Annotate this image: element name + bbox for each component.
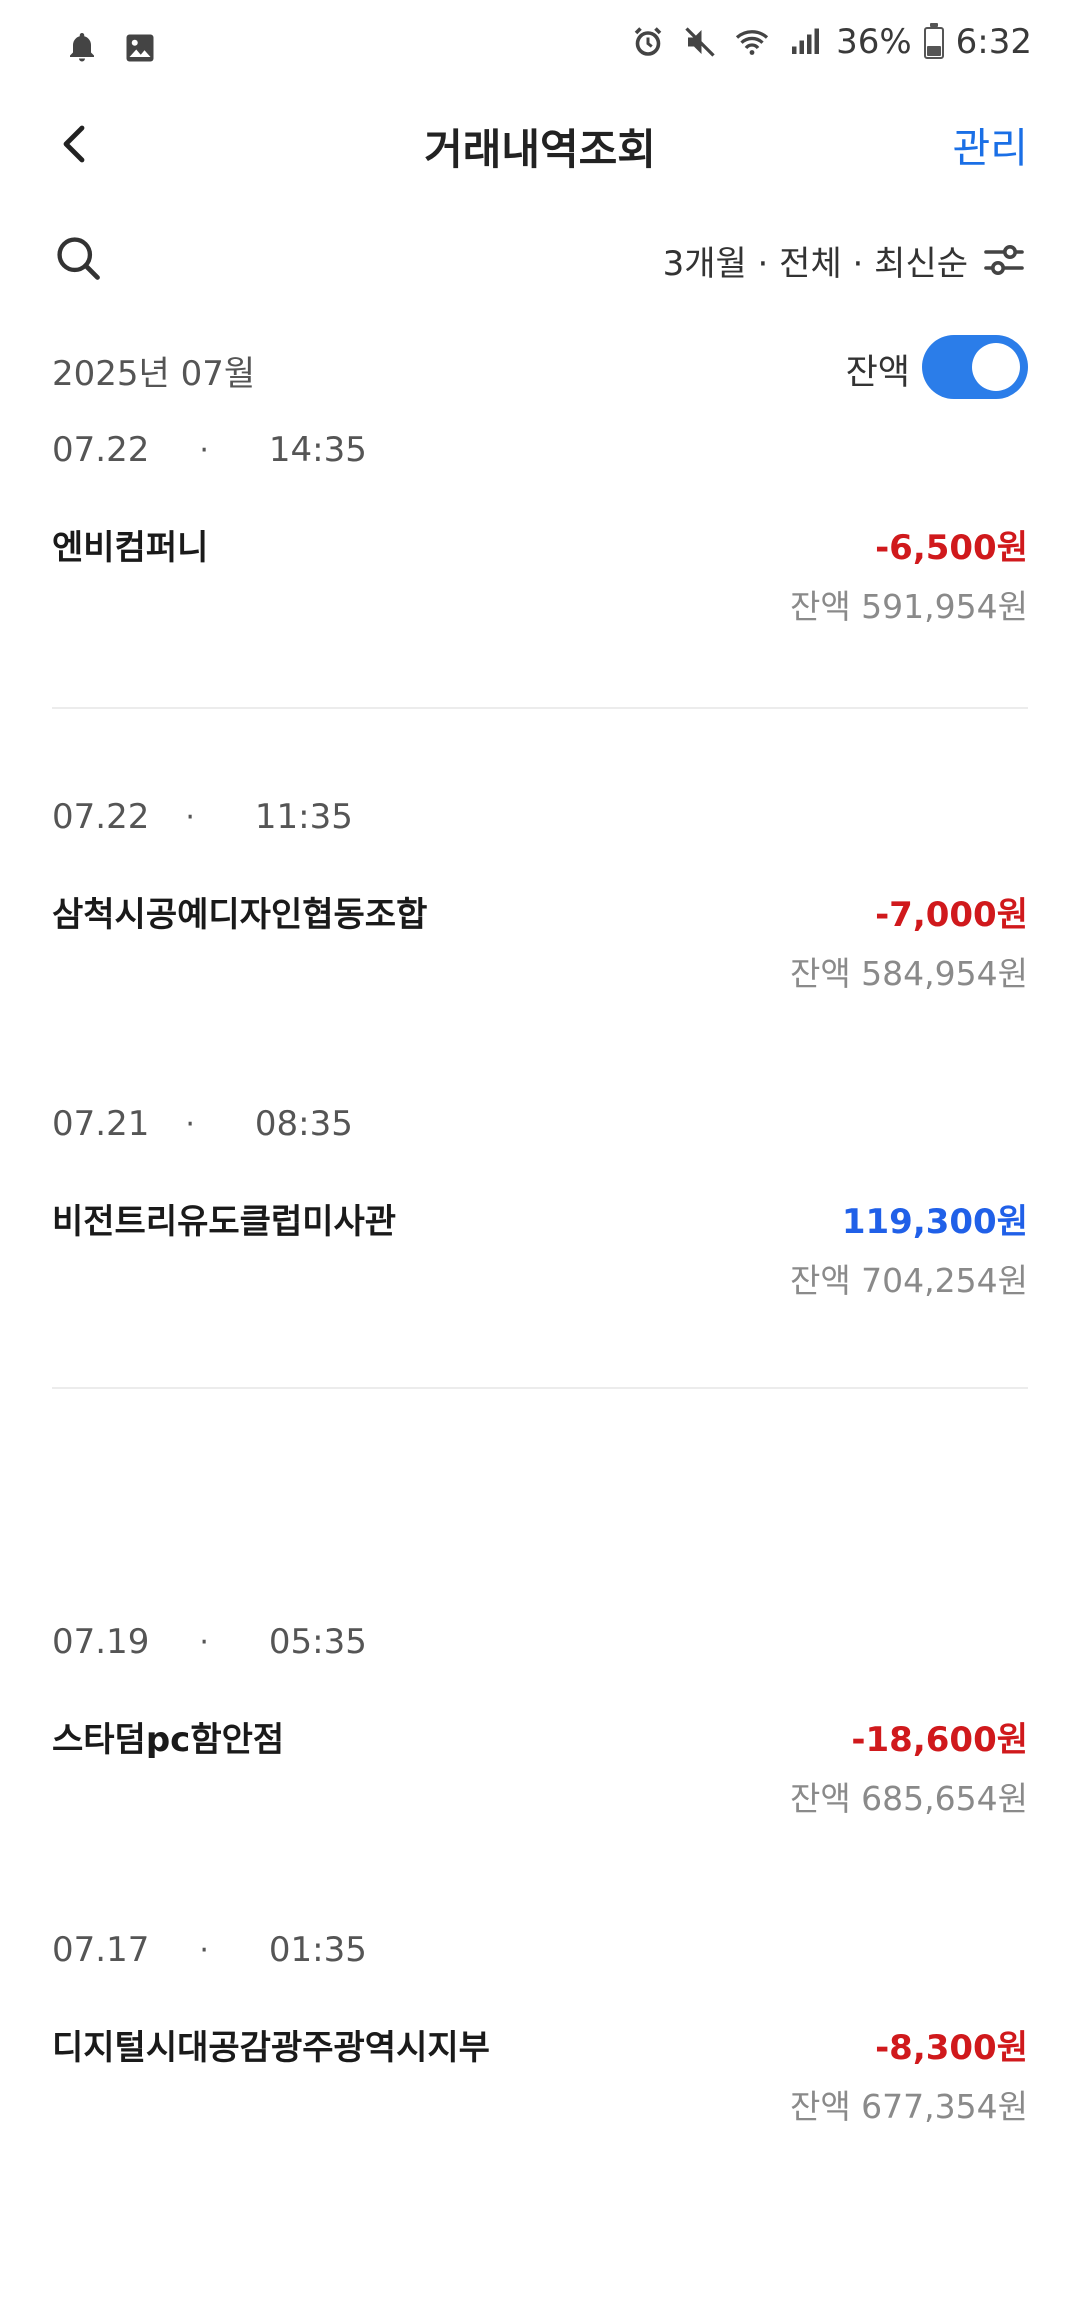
mute-icon	[680, 22, 720, 62]
transaction-merchant: 삼척시공예디자인협동조합	[52, 895, 428, 935]
search-button[interactable]	[52, 232, 108, 288]
transaction-date: 07.19	[52, 1622, 150, 1662]
transaction-balance: 잔액 677,354원	[789, 2087, 1028, 2126]
transaction-amount: -18,600원	[851, 1720, 1028, 1760]
alarm-icon	[628, 22, 668, 62]
transaction-balance: 잔액 591,954원	[789, 587, 1028, 626]
separator-dot: ·	[185, 1106, 195, 1142]
transaction-datetime: 07.22 · 11:35	[52, 797, 353, 837]
image-icon	[120, 28, 160, 68]
transaction-date: 07.21	[52, 1104, 150, 1144]
divider	[52, 1387, 1028, 1389]
filter-row: 3개월 · 전체 · 최신순	[0, 220, 1080, 300]
transaction-balance: 잔액 704,254원	[789, 1261, 1028, 1300]
battery-icon	[923, 23, 944, 59]
transaction-merchant: 스타덤pc함안점	[52, 1720, 285, 1760]
transaction-amount: -6,500원	[875, 528, 1028, 568]
transaction-date: 07.22	[52, 430, 150, 470]
manage-button[interactable]: 관리	[953, 114, 1028, 174]
separator-dot: ·	[199, 432, 209, 468]
transaction-datetime: 07.19 · 05:35	[52, 1622, 367, 1662]
transaction-date: 07.17	[52, 1930, 150, 1970]
transaction-amount: -8,300원	[875, 2028, 1028, 2068]
transaction-datetime: 07.21 · 08:35	[52, 1104, 353, 1144]
status-bar: 36% 6:32	[0, 0, 1080, 96]
divider	[52, 707, 1028, 709]
wifi-icon	[732, 22, 772, 62]
separator-dot: ·	[199, 1624, 209, 1660]
app-header: 거래내역조회 관리	[0, 96, 1080, 192]
balance-toggle-label: 잔액	[845, 353, 910, 393]
balance-toggle[interactable]	[922, 335, 1028, 399]
status-left-icons	[62, 28, 160, 68]
page-title: 거래내역조회	[424, 125, 656, 174]
transaction-time: 01:35	[268, 1930, 367, 1970]
transaction-amount: 119,300원	[841, 1202, 1028, 1242]
sliders-icon	[984, 245, 1024, 275]
separator-dot: ·	[185, 799, 195, 835]
status-right-icons: 36% 6:32	[628, 22, 1032, 62]
transaction-datetime: 07.17 · 01:35	[52, 1930, 367, 1970]
transaction-balance: 잔액 584,954원	[789, 954, 1028, 993]
signal-icon	[784, 22, 824, 62]
bell-icon	[62, 28, 102, 68]
transaction-time: 08:35	[254, 1104, 353, 1144]
transaction-datetime: 07.22 · 14:35	[52, 430, 367, 470]
battery-percent: 36%	[836, 22, 912, 62]
transaction-merchant: 비전트리유도클럽미사관	[52, 1202, 397, 1242]
transaction-date: 07.22	[52, 797, 150, 837]
transaction-merchant: 엔비컴퍼니	[52, 528, 209, 568]
separator-dot: ·	[199, 1932, 209, 1968]
transaction-time: 14:35	[268, 430, 367, 470]
transaction-amount: -7,000원	[875, 895, 1028, 935]
toggle-knob	[972, 343, 1020, 391]
battery-fill	[926, 45, 941, 56]
transaction-time: 05:35	[268, 1622, 367, 1662]
month-label: 2025년 07월	[52, 354, 256, 394]
month-header: 2025년 07월 잔액	[0, 330, 1080, 410]
transaction-merchant: 디지털시대공감광주광역시지부	[52, 2028, 490, 2068]
filter-settings-button[interactable]	[980, 236, 1028, 284]
transaction-time: 11:35	[254, 797, 353, 837]
search-icon	[57, 237, 100, 280]
transaction-balance: 잔액 685,654원	[789, 1779, 1028, 1818]
filter-summary[interactable]: 3개월 · 전체 · 최신순	[663, 236, 968, 285]
clock: 6:32	[955, 22, 1032, 62]
